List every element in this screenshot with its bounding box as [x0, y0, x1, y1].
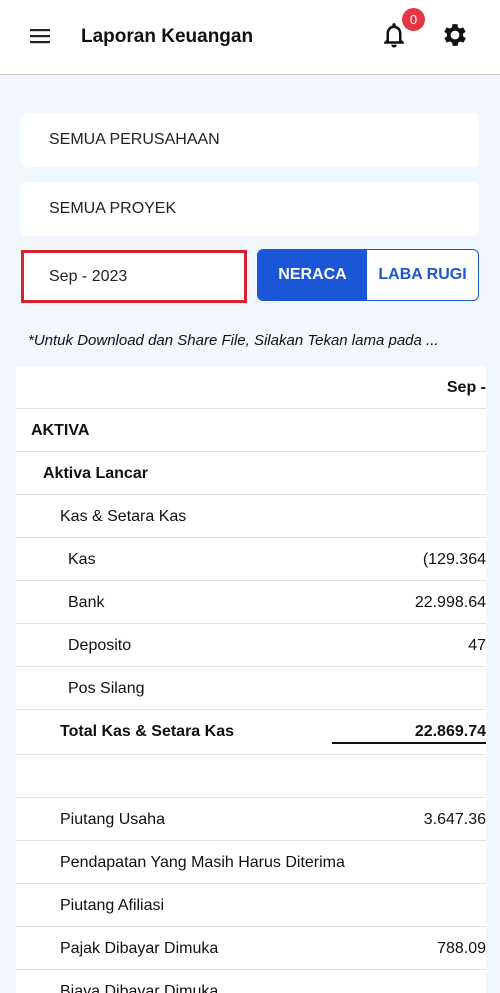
- column-header-period: Sep -: [446, 379, 486, 396]
- app-bar: Laporan Keuangan 0: [0, 0, 500, 75]
- table-row[interactable]: Piutang Usaha 3.647.36: [16, 798, 486, 841]
- row-label: Deposito: [68, 637, 132, 654]
- table-row[interactable]: Biaya Dibayar Dimuka: [16, 970, 486, 993]
- page-title: Laporan Keuangan: [81, 26, 254, 47]
- period-selector[interactable]: Sep - 2023: [21, 250, 247, 303]
- table-spacer-row: [16, 755, 486, 798]
- row-value: 788.09: [437, 940, 486, 957]
- neraca-tab[interactable]: NERACA: [258, 250, 368, 300]
- gear-icon[interactable]: [440, 20, 470, 50]
- row-label: AKTIVA: [31, 422, 90, 439]
- table-row[interactable]: Aktiva Lancar: [16, 452, 486, 495]
- total-underline: [332, 742, 486, 744]
- table-row[interactable]: Piutang Afiliasi: [16, 884, 486, 927]
- row-label: Kas: [68, 551, 96, 568]
- download-hint-text: *Untuk Download dan Share File, Silakan …: [28, 332, 439, 349]
- notification-count-badge: 0: [402, 8, 425, 31]
- project-selector[interactable]: SEMUA PROYEK: [21, 182, 479, 236]
- row-value: 47: [468, 637, 486, 654]
- balance-sheet-table[interactable]: Sep - AKTIVA Aktiva Lancar Kas & Setara …: [16, 366, 486, 993]
- row-label: Aktiva Lancar: [43, 465, 148, 482]
- row-label: Bank: [68, 594, 105, 611]
- row-value: 3.647.36: [423, 811, 486, 828]
- table-row[interactable]: Pendapatan Yang Masih Harus Diterima: [16, 841, 486, 884]
- row-label: Pos Silang: [68, 680, 145, 697]
- table-row[interactable]: Pos Silang: [16, 667, 486, 710]
- table-row[interactable]: Bank 22.998.64: [16, 581, 486, 624]
- row-label: Total Kas & Setara Kas: [60, 723, 234, 740]
- table-row[interactable]: Deposito 47: [16, 624, 486, 667]
- hamburger-menu-icon[interactable]: [28, 24, 52, 48]
- row-label: Pendapatan Yang Masih Harus Diterima: [60, 854, 345, 871]
- table-row[interactable]: AKTIVA: [16, 409, 486, 452]
- company-selector[interactable]: SEMUA PERUSAHAAN: [21, 113, 479, 167]
- row-label: Biaya Dibayar Dimuka: [60, 983, 219, 993]
- table-row[interactable]: Kas (129.364: [16, 538, 486, 581]
- row-label: Pajak Dibayar Dimuka: [60, 940, 219, 957]
- table-row[interactable]: Kas & Setara Kas: [16, 495, 486, 538]
- table-header-row: Sep -: [16, 366, 486, 409]
- laba-rugi-tab[interactable]: LABA RUGI: [367, 250, 478, 300]
- row-value: 22.998.64: [414, 594, 486, 611]
- row-label: Piutang Usaha: [60, 811, 165, 828]
- row-label: Piutang Afiliasi: [60, 897, 165, 914]
- row-label: Kas & Setara Kas: [60, 508, 187, 525]
- report-type-toggle: NERACA LABA RUGI: [257, 249, 479, 301]
- table-row[interactable]: Pajak Dibayar Dimuka 788.09: [16, 927, 486, 970]
- table-total-row[interactable]: Total Kas & Setara Kas 22.869.74: [16, 710, 486, 755]
- row-value: (129.364: [422, 551, 486, 568]
- row-value: 22.869.74: [414, 723, 486, 740]
